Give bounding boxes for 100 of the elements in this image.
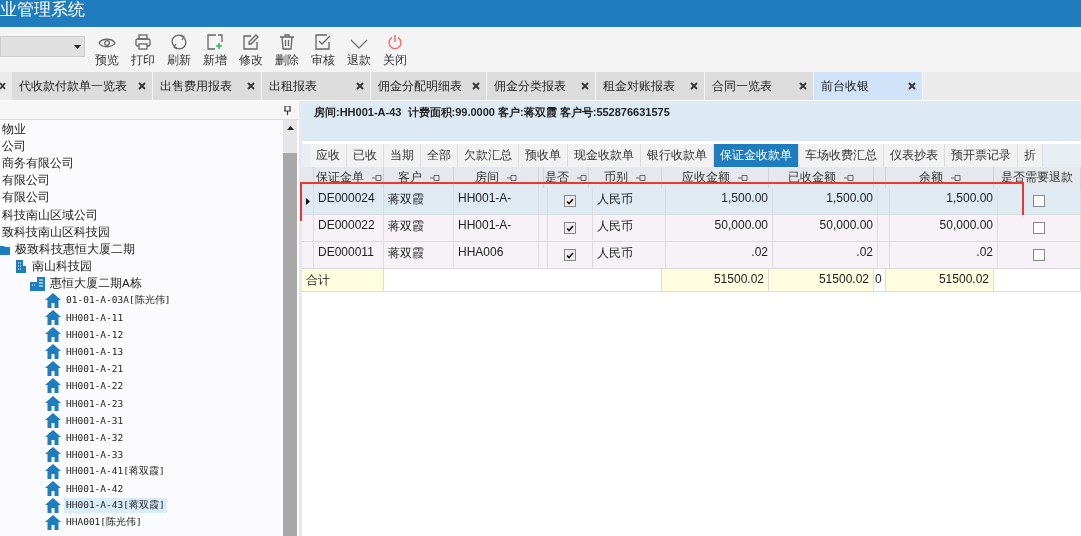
- tree-item[interactable]: HH001-A-43[蒋双霞]: [64, 498, 167, 514]
- tree-item[interactable]: 公司: [0, 138, 28, 156]
- sub-tab[interactable]: 当期: [384, 144, 421, 167]
- tree-item[interactable]: HH001-A-11: [64, 311, 126, 325]
- total-cell: 51500.02: [769, 269, 874, 291]
- close-icon[interactable]: [0, 82, 6, 90]
- close-icon[interactable]: [908, 82, 916, 90]
- close-icon[interactable]: [581, 82, 589, 90]
- sub-tab[interactable]: 已收: [347, 144, 384, 167]
- document-tab[interactable]: 租金对账报表: [596, 72, 705, 100]
- close-icon[interactable]: [799, 82, 807, 90]
- checkbox[interactable]: [564, 249, 576, 261]
- table-cell: 人民币: [593, 188, 666, 214]
- tree-item[interactable]: 南山科技园: [30, 257, 94, 275]
- scroll-up-icon[interactable]: [286, 126, 294, 130]
- folder-icon: [0, 243, 10, 256]
- close-icon[interactable]: [472, 82, 480, 90]
- tree-item[interactable]: 有限公司: [0, 172, 52, 190]
- close-icon[interactable]: [247, 82, 255, 90]
- sub-tab[interactable]: 车场收费汇总: [799, 144, 884, 167]
- table-cell: 50,000.00: [666, 215, 773, 241]
- tree-item[interactable]: 极致科技惠恒大厦二期: [13, 240, 137, 258]
- checkbox[interactable]: [564, 195, 576, 207]
- toolbar-button[interactable]: 审核: [305, 30, 341, 69]
- tree-item[interactable]: HH001-A-41[蒋双霞]: [64, 463, 167, 479]
- tree-item[interactable]: 科技南山区域公司: [0, 206, 100, 224]
- document-tab[interactable]: 出租报表: [262, 72, 371, 100]
- checkbox[interactable]: [1033, 195, 1045, 207]
- tree-item[interactable]: 商务有限公司: [0, 155, 76, 173]
- sub-tab[interactable]: 全部: [421, 144, 458, 167]
- house-icon: [45, 481, 61, 496]
- house-icon: [45, 395, 61, 411]
- add-icon: [207, 33, 223, 50]
- tree-item[interactable]: 有限公司: [0, 189, 52, 207]
- table-cell: DE000024: [314, 188, 384, 214]
- document-tab[interactable]: 出售费用报表: [153, 72, 262, 100]
- checkbox[interactable]: [1033, 222, 1045, 234]
- table-cell: .02: [666, 242, 773, 268]
- buildings-icon: [30, 275, 45, 291]
- tree-item[interactable]: 01-01-A-03A[陈光伟]: [64, 293, 173, 308]
- tree-item[interactable]: HH001-A-32: [64, 430, 126, 444]
- toolbar-button[interactable]: 退款: [341, 30, 377, 69]
- close-icon[interactable]: [356, 82, 364, 90]
- document-tab[interactable]: 佣金分配明细表: [371, 72, 487, 100]
- table-cell: HHA006: [454, 242, 539, 268]
- checkbox[interactable]: [1033, 249, 1045, 261]
- table-cell: DE000022: [314, 215, 384, 241]
- toolbar-button[interactable]: 删除: [269, 30, 305, 69]
- tree-item[interactable]: HH001-A-21: [64, 362, 126, 376]
- toolbar-button[interactable]: 预览: [89, 30, 125, 69]
- close-icon[interactable]: [690, 82, 698, 90]
- checkbox[interactable]: [564, 222, 576, 234]
- total-cell: 51500.02: [886, 269, 994, 291]
- chevron-down-icon: [350, 37, 368, 50]
- row-pointer-icon: [305, 197, 310, 205]
- sub-tab[interactable]: 应收: [310, 144, 347, 167]
- document-tab[interactable]: 前台收银: [814, 72, 923, 100]
- sub-tab[interactable]: 银行收款单: [641, 144, 714, 167]
- document-tab[interactable]: 合同一览表: [705, 72, 814, 100]
- sub-tab[interactable]: 预收单: [519, 144, 568, 167]
- sub-tab[interactable]: 欠款汇总: [458, 144, 519, 167]
- sub-tab[interactable]: 折: [1018, 144, 1043, 167]
- table-cell: DE000011: [314, 242, 384, 268]
- table-cell: 人民币: [593, 242, 666, 268]
- toolbar-button[interactable]: 新增: [197, 30, 233, 69]
- toolbar-button[interactable]: 修改: [233, 30, 269, 69]
- tree-item[interactable]: 物业: [0, 121, 28, 139]
- edit-icon: [243, 33, 259, 50]
- dropdown-field[interactable]: [0, 36, 85, 57]
- close-icon[interactable]: [138, 82, 146, 90]
- table-cell: 50,000.00: [890, 215, 998, 241]
- toolbar-button[interactable]: 关闭: [377, 30, 413, 69]
- tree-item[interactable]: HHA001[陈光伟]: [64, 515, 144, 531]
- toolbar-button[interactable]: 打印: [125, 30, 161, 69]
- tree-item[interactable]: HH001-A-13: [64, 345, 126, 359]
- tree-item[interactable]: HH001-A-22: [64, 379, 126, 393]
- sub-tab[interactable]: 仪表抄表: [884, 144, 945, 167]
- tree-item[interactable]: HH001-A-23: [64, 396, 126, 410]
- sub-tab[interactable]: 保证金收款单: [714, 144, 799, 167]
- house-icon: [45, 327, 61, 343]
- tree-item[interactable]: HH001-A-12: [64, 328, 126, 342]
- tree-item[interactable]: 致科技南山区科技园: [0, 223, 112, 241]
- sub-tab[interactable]: 预开票记录: [945, 144, 1018, 167]
- pin-icon[interactable]: [284, 105, 291, 115]
- caret-icon: [74, 44, 81, 49]
- tree-item[interactable]: HH001-A-42: [64, 482, 126, 495]
- toolbar-button[interactable]: 刷新: [161, 30, 197, 69]
- tree-item[interactable]: HH001-A-31: [64, 413, 126, 427]
- house-icon: [45, 515, 61, 531]
- power-icon: [387, 33, 403, 50]
- total-label: 合计: [302, 269, 384, 291]
- sub-tab[interactable]: 现金收款单: [568, 144, 641, 167]
- document-tab[interactable]: 代收款付款单一览表: [12, 72, 153, 100]
- table-cell: HH001-A-: [454, 188, 539, 214]
- house-icon: [45, 463, 61, 479]
- tree-item[interactable]: HH001-A-33: [64, 447, 126, 461]
- house-icon: [45, 412, 61, 428]
- tree-item[interactable]: 惠恒大厦二期A栋: [48, 274, 144, 292]
- document-tab[interactable]: 佣金分类报表: [487, 72, 596, 100]
- table-cell: HH001-A-: [454, 215, 539, 241]
